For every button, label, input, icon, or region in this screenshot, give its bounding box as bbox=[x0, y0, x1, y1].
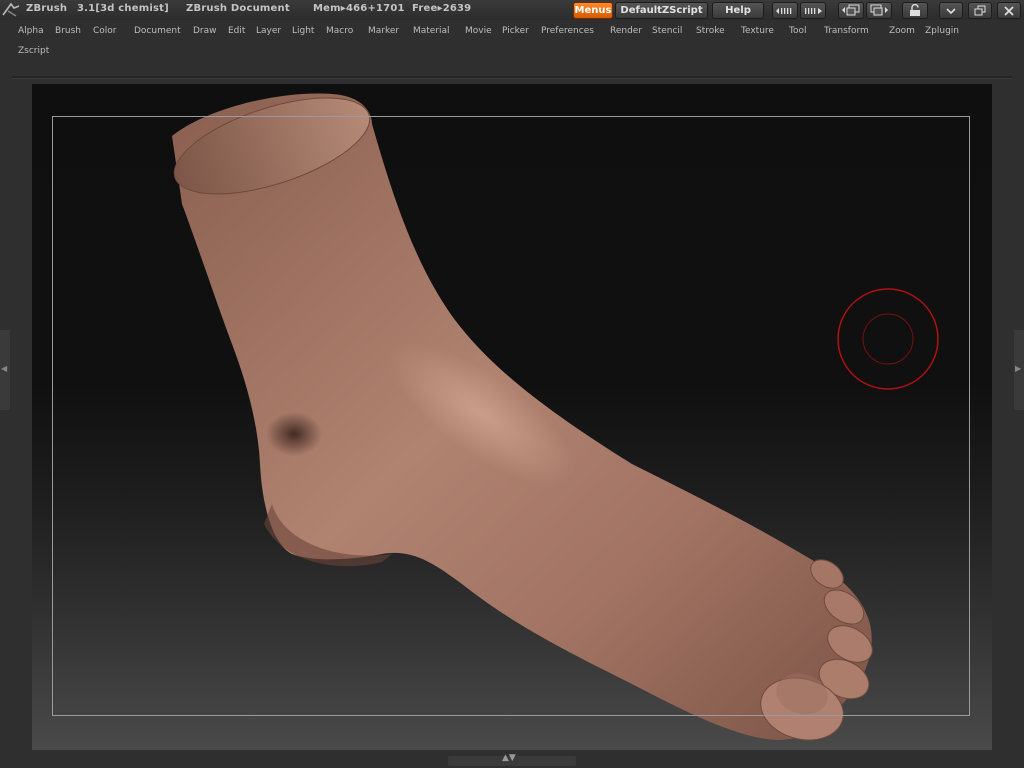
help-button[interactable]: Help bbox=[712, 2, 764, 19]
right-tray-handle[interactable]: ▶ bbox=[1014, 330, 1024, 410]
left-tray-handle[interactable]: ◀ bbox=[0, 330, 10, 410]
menu-zscript[interactable]: Zscript bbox=[18, 46, 49, 56]
document-boundary bbox=[52, 116, 970, 716]
menu-bar: Alpha Brush Color Document Draw Edit Lay… bbox=[0, 22, 1024, 68]
lock-icon bbox=[910, 4, 920, 16]
menu-preferences[interactable]: Preferences bbox=[541, 26, 594, 36]
menu-marker[interactable]: Marker bbox=[368, 26, 399, 36]
menu-brush[interactable]: Brush bbox=[55, 26, 81, 36]
menu-picker[interactable]: Picker bbox=[502, 26, 529, 36]
free-memory-readout: Free▸2639 bbox=[412, 3, 472, 14]
menu-zplugin[interactable]: Zplugin bbox=[925, 26, 959, 36]
layout-right-button[interactable] bbox=[866, 2, 892, 19]
menu-material[interactable]: Material bbox=[413, 26, 450, 36]
minimize-button[interactable] bbox=[939, 2, 963, 19]
layout-left-icon bbox=[842, 4, 860, 16]
document-name: ZBrush Document bbox=[186, 3, 290, 14]
menus-button[interactable]: Menus bbox=[573, 2, 613, 19]
menu-alpha[interactable]: Alpha bbox=[18, 26, 44, 36]
menu-texture[interactable]: Texture bbox=[741, 26, 774, 36]
document-canvas[interactable] bbox=[32, 84, 992, 750]
menu-transform[interactable]: Transform bbox=[824, 26, 869, 36]
menu-edit[interactable]: Edit bbox=[228, 26, 245, 36]
app-version: 3.1[3d chemist] bbox=[77, 3, 169, 14]
restore-button[interactable] bbox=[968, 2, 992, 19]
menu-document[interactable]: Document bbox=[134, 26, 181, 36]
default-zscript-button[interactable]: DefaultZScript bbox=[615, 2, 708, 19]
menu-render[interactable]: Render bbox=[610, 26, 642, 36]
brush-cursor-icon bbox=[837, 288, 939, 390]
restore-icon bbox=[974, 5, 986, 15]
close-button[interactable] bbox=[997, 2, 1021, 19]
layout-left-button[interactable] bbox=[838, 2, 864, 19]
menu-layer[interactable]: Layer bbox=[256, 26, 281, 36]
minimize-icon bbox=[946, 7, 956, 14]
zbrush-logo-icon bbox=[2, 2, 20, 17]
layout-right-icon bbox=[870, 4, 888, 16]
menu-zoom[interactable]: Zoom bbox=[889, 26, 915, 36]
menu-draw[interactable]: Draw bbox=[193, 26, 217, 36]
close-icon bbox=[1004, 5, 1014, 16]
divider bbox=[12, 76, 1012, 79]
app-name: ZBrush bbox=[26, 3, 68, 14]
memory-readout: Mem▸466+1701 bbox=[313, 3, 405, 14]
palette-left-icon bbox=[776, 7, 792, 14]
menu-color[interactable]: Color bbox=[93, 26, 117, 36]
lock-button[interactable] bbox=[902, 2, 928, 19]
menu-stencil[interactable]: Stencil bbox=[652, 26, 682, 36]
bottom-tray-handle[interactable]: ▲▼ bbox=[448, 753, 576, 766]
menu-movie[interactable]: Movie bbox=[465, 26, 492, 36]
title-bar: ZBrush 3.1[3d chemist] ZBrush Document M… bbox=[0, 0, 1024, 20]
palette-right-icon bbox=[805, 7, 822, 14]
palette-right-button[interactable] bbox=[800, 2, 826, 19]
menu-light[interactable]: Light bbox=[292, 26, 314, 36]
menu-macro[interactable]: Macro bbox=[326, 26, 353, 36]
menu-stroke[interactable]: Stroke bbox=[696, 26, 725, 36]
palette-left-button[interactable] bbox=[772, 2, 798, 19]
menu-tool[interactable]: Tool bbox=[789, 26, 806, 36]
